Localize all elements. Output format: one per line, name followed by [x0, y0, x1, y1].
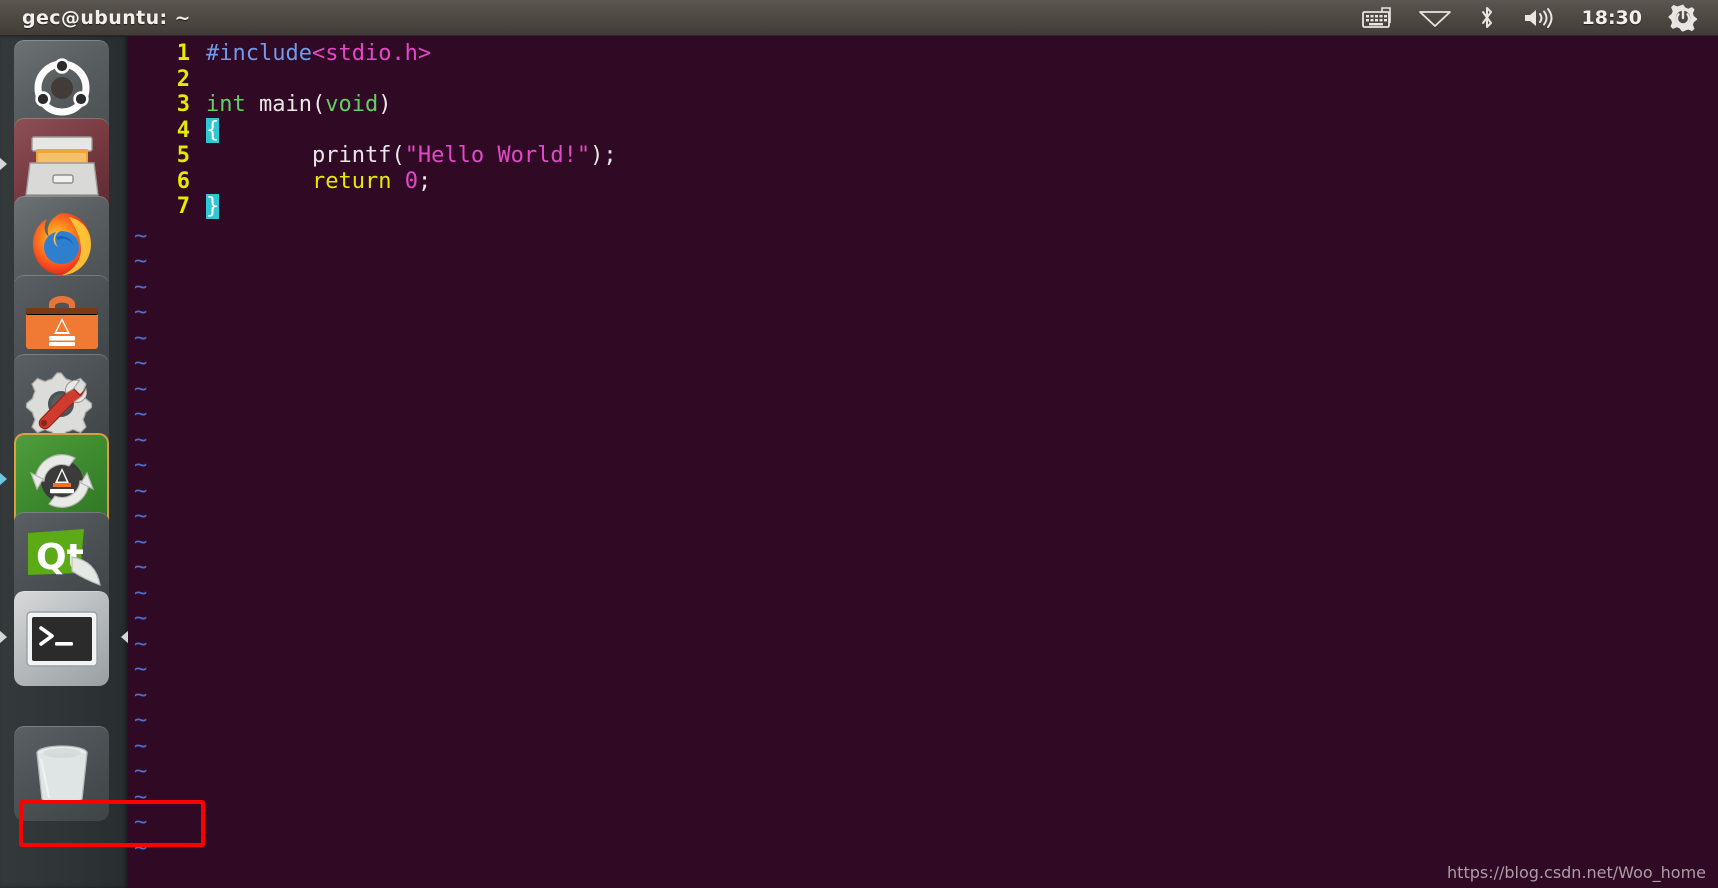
vim-tilde-marker: ~	[134, 478, 148, 504]
vim-tilde-marker: ~	[134, 325, 148, 351]
line-number: 5	[176, 143, 190, 168]
vim-tilde-marker: ~	[134, 682, 148, 708]
vim-tilde-marker: ~	[134, 708, 148, 733]
line-text: }	[206, 194, 220, 220]
code-token: void	[325, 92, 379, 117]
vim-tilde-marker: ~	[134, 402, 148, 427]
matchparen-highlight: }	[206, 194, 220, 219]
window-titlebar: gec@ubuntu: ~ 18:30	[0, 0, 1718, 36]
line-text: printf("Hello World!");	[206, 143, 617, 169]
active-indicator-terminal	[0, 630, 128, 646]
line-number: 3	[176, 92, 190, 117]
running-indicator-files	[0, 157, 128, 173]
code-token: #include	[206, 41, 312, 66]
vim-tilde-marker: ~	[134, 606, 148, 631]
vim-tilde-marker: ~	[134, 810, 148, 835]
vim-tilde-marker: ~	[134, 249, 148, 274]
line-number: 7	[176, 194, 190, 219]
vim-tilde-marker: ~	[134, 529, 148, 555]
bluetooth-icon[interactable]	[1478, 0, 1496, 36]
vim-tilde-marker: ~	[134, 504, 148, 529]
code-token: printf	[206, 143, 392, 168]
vim-tilde-marker: ~	[134, 274, 148, 300]
vim-tilde-marker: ~	[134, 784, 148, 810]
vim-command-line[interactable]: :wq	[134, 856, 273, 888]
vim-tilde-marker: ~	[134, 427, 148, 453]
line-number: 1	[176, 41, 190, 66]
line-text: int main(void)	[206, 92, 391, 118]
line-text: {	[206, 117, 220, 144]
code-token: );	[590, 143, 617, 168]
vim-tilde-marker: ~	[134, 631, 148, 657]
line-number: 6	[176, 168, 190, 194]
vim-tilde-marker: ~	[134, 376, 148, 402]
vim-tilde-marker: ~	[134, 759, 148, 784]
code-token: "Hello World!"	[404, 143, 591, 168]
gear-power-icon[interactable]	[1668, 0, 1698, 36]
code-token: (	[311, 92, 326, 117]
code-token: return	[311, 168, 392, 194]
line-text: return 0;	[206, 169, 431, 195]
code-token: int	[206, 92, 246, 117]
watermark: https://blog.csdn.net/Woo_home	[1447, 863, 1706, 882]
vim-tilde-marker: ~	[134, 351, 148, 376]
vim-tilde-marker: ~	[134, 453, 148, 478]
terminal-window[interactable]: ~ ~ ~ ~ ~ ~ ~ ~ ~ ~ ~ ~ ~ ~ ~ ~ ~ ~ ~ ~ ~ ~ ~ ~ ~ 1 #include<stdi…	[128, 36, 1718, 888]
running-indicator-software-updater	[0, 472, 128, 488]
vim-tilde-marker: ~	[134, 733, 148, 759]
vim-tilde-marker: ~	[134, 555, 148, 580]
code-token: )	[378, 92, 392, 117]
unity-launcher: Qt	[0, 36, 128, 888]
volume-icon[interactable]	[1522, 0, 1556, 36]
trash-icon	[14, 726, 109, 821]
desktop-screen: gec@ubuntu: ~ 18:30 Qt ~ ~ ~ ~ ~ ~ ~ ~ ~…	[0, 0, 1718, 888]
vim-tilde-marker: ~	[134, 657, 148, 682]
code-token: (	[391, 143, 405, 168]
network-wifi-icon[interactable]	[1418, 0, 1452, 36]
clock[interactable]: 18:30	[1582, 0, 1642, 36]
code-token: main	[259, 92, 312, 117]
window-title: gec@ubuntu: ~	[22, 6, 191, 29]
line-number: 4	[176, 117, 190, 143]
vim-tilde-marker: ~	[134, 580, 148, 606]
code-token: ;	[417, 168, 432, 194]
line-number: 2	[176, 66, 190, 92]
code-token: 0	[404, 168, 418, 194]
line-text: #include<stdio.h>	[206, 41, 431, 67]
sidebar-item-trash[interactable]	[14, 726, 109, 821]
vim-tilde-marker: ~	[134, 300, 148, 325]
vim-tilde-marker: ~	[134, 223, 148, 249]
system-tray: 18:30	[1361, 0, 1718, 36]
clock-label: 18:30	[1581, 6, 1642, 29]
keyboard-indicator-icon[interactable]	[1361, 0, 1392, 36]
matchparen-highlight: {	[206, 117, 220, 143]
code-token: <stdio.h>	[311, 41, 432, 66]
